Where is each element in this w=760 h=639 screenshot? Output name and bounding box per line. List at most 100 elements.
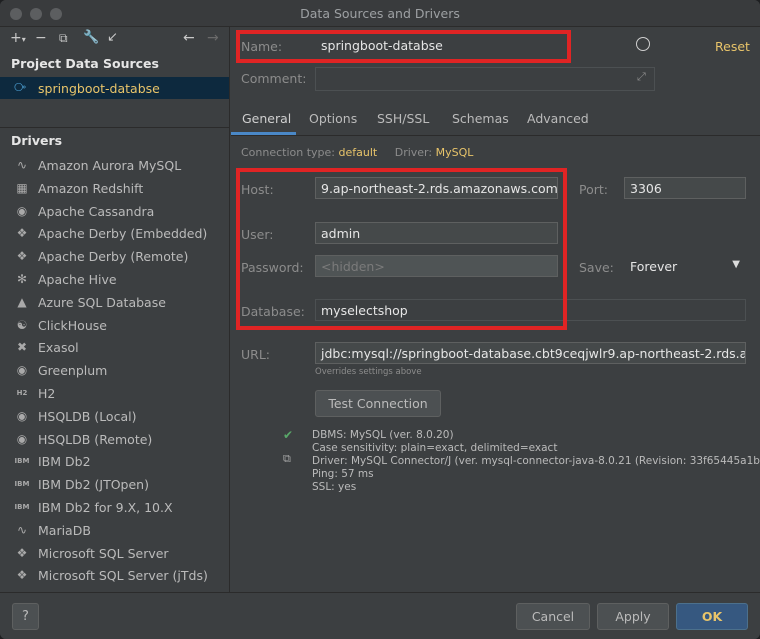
exasol-icon: ✖ — [16, 340, 28, 355]
color-circle-icon[interactable] — [636, 37, 650, 51]
connection-status: DBMS: MySQL (ver. 8.0.20) Case sensitivit… — [312, 429, 760, 494]
url-hint: Overrides settings above — [315, 367, 422, 377]
driver-item[interactable]: ◉ Apache Cassandra — [0, 201, 229, 223]
tab-options[interactable]: Options — [309, 111, 357, 126]
bottom-bar: ? Cancel Apply OK — [0, 592, 760, 639]
aurora-icon: ∿ — [16, 158, 28, 172]
driver-item[interactable]: IBM IBM Db2 (JTOpen) — [0, 474, 229, 496]
name-highlight — [236, 30, 571, 63]
help-button[interactable]: ? — [12, 603, 39, 630]
ibm-icon: IBM — [14, 457, 30, 466]
driver-item[interactable]: ▦ Amazon Redshift — [0, 178, 229, 200]
derby-icon: ❖ — [16, 249, 28, 264]
remove-icon[interactable]: − — [35, 30, 47, 46]
driver-label: Apache Cassandra — [38, 203, 155, 219]
driver-label: Apache Hive — [38, 272, 117, 287]
driver-item[interactable]: ❖ Microsoft SQL Server (jTds) — [0, 565, 229, 587]
left-toolbar: +▾ − ⧉ 🔧 ↙ ← → — [0, 27, 229, 51]
project-data-sources-header: Project Data Sources — [11, 56, 159, 71]
driver-label: Amazon Aurora MySQL — [38, 158, 182, 173]
right-pane: Name: springboot-databse Reset Comment: … — [231, 27, 760, 592]
clickhouse-icon: ☯ — [16, 317, 28, 332]
apply-button[interactable]: Apply — [597, 603, 669, 630]
add-icon[interactable]: +▾ — [10, 30, 26, 48]
greenplum-icon: ◉ — [16, 363, 28, 378]
driver-item[interactable]: ❖ Apache Derby (Embedded) — [0, 223, 229, 245]
tab-schemas[interactable]: Schemas — [452, 111, 509, 126]
duplicate-icon[interactable]: ⧉ — [59, 30, 68, 46]
save-label: Save: — [579, 260, 614, 275]
driver-item[interactable]: ❖ Apache Derby (Remote) — [0, 246, 229, 268]
save-select-value: Forever — [630, 259, 678, 274]
driver-label: HSQLDB (Local) — [38, 408, 137, 424]
port-label: Port: — [579, 182, 608, 197]
port-field[interactable]: 3306 — [624, 177, 746, 199]
copy-icon[interactable]: ⧉ — [283, 452, 291, 466]
reset-link[interactable]: Reset — [715, 39, 750, 54]
driver-item[interactable]: ∿ Amazon Aurora MySQL — [0, 155, 229, 177]
driver-item[interactable]: IBM IBM Db2 — [0, 451, 229, 473]
data-sources-dialog: Data Sources and Drivers +▾ − ⧉ 🔧 ↙ ← → … — [0, 0, 760, 639]
driver-item[interactable]: H2 H2 — [0, 383, 229, 405]
save-select[interactable]: Forever ▼ — [624, 255, 746, 277]
cancel-button[interactable]: Cancel — [516, 603, 590, 630]
drivers-header: Drivers — [11, 133, 63, 148]
driver-label: ClickHouse — [38, 317, 107, 333]
status-line: SSL: yes — [312, 481, 357, 493]
forward-arrow-icon[interactable]: → — [207, 30, 219, 46]
driver-label: Amazon Redshift — [38, 180, 144, 196]
mssql-icon: ❖ — [16, 568, 28, 583]
driver-item[interactable]: ◉ Greenplum — [0, 360, 229, 382]
expand-icon[interactable]: ⤢ — [637, 70, 646, 84]
driver-label: Driver: — [394, 146, 433, 159]
driver-item[interactable]: ◉ HSQLDB (Local) — [0, 406, 229, 428]
redshift-icon: ▦ — [16, 180, 28, 195]
ibm-icon: IBM — [14, 503, 30, 511]
driver-item[interactable]: IBM IBM Db2 for 9.X, 10.X — [0, 497, 229, 519]
connection-highlight — [236, 168, 567, 330]
driver-label: Microsoft SQL Server (jTds) — [38, 568, 208, 584]
driver-label: IBM Db2 (JTOpen) — [38, 477, 149, 493]
connection-type-value[interactable]: default — [339, 146, 378, 159]
test-connection-button[interactable]: Test Connection — [315, 390, 441, 417]
driver-label: IBM Db2 — [38, 454, 91, 470]
title-bar: Data Sources and Drivers — [0, 0, 760, 27]
datasource-label: springboot-databse — [38, 81, 160, 96]
driver-item[interactable]: ❖ Microsoft SQL Server — [0, 543, 229, 565]
back-arrow-icon[interactable]: ← — [183, 30, 195, 46]
mysql-dolphin-icon: ⧂ — [14, 80, 27, 94]
connection-type-row: Connection type: default Driver: MySQL — [241, 146, 473, 159]
name-field-tail — [571, 34, 644, 56]
driver-label: Apache Derby (Remote) — [38, 249, 189, 265]
url-field[interactable]: jdbc:mysql://springboot-database.cbt9ceq… — [315, 342, 746, 364]
driver-item[interactable]: ✻ Apache Hive — [0, 269, 229, 291]
make-global-icon[interactable]: ↙ — [107, 30, 118, 46]
comment-field[interactable] — [315, 67, 655, 91]
tab-advanced[interactable]: Advanced — [527, 111, 589, 126]
driver-label: HSQLDB (Remote) — [38, 431, 153, 447]
divider — [0, 127, 229, 128]
driver-item[interactable]: ✖ Exasol — [0, 337, 229, 359]
driver-label: Microsoft SQL Server — [38, 545, 169, 561]
url-label: URL: — [241, 347, 271, 362]
driver-label: Azure SQL Database — [38, 294, 166, 310]
check-icon: ✔ — [283, 428, 294, 442]
driver-item[interactable]: ▲ Azure SQL Database — [0, 292, 229, 314]
h2-icon: H2 — [16, 389, 28, 397]
ibm-icon: IBM — [14, 480, 30, 489]
tab-general[interactable]: General — [242, 111, 291, 126]
driver-label: H2 — [38, 386, 56, 401]
driver-item[interactable]: ∿ MariaDB — [0, 520, 229, 542]
driver-label: IBM Db2 for 9.X, 10.X — [38, 500, 173, 515]
wrench-icon[interactable]: 🔧 — [83, 30, 99, 46]
driver-item[interactable]: ☯ ClickHouse — [0, 315, 229, 337]
ok-button[interactable]: OK — [676, 603, 748, 630]
datasource-item[interactable]: ⧂ springboot-databse — [0, 77, 229, 99]
status-line: DBMS: MySQL (ver. 8.0.20) — [312, 429, 454, 441]
hive-icon: ✻ — [16, 272, 28, 286]
driver-item[interactable]: ◉ HSQLDB (Remote) — [0, 429, 229, 451]
tab-sshssl[interactable]: SSH/SSL — [377, 111, 429, 126]
driver-label: MariaDB — [38, 522, 91, 538]
driver-value[interactable]: MySQL — [436, 146, 474, 159]
driver-label: Exasol — [38, 340, 79, 356]
